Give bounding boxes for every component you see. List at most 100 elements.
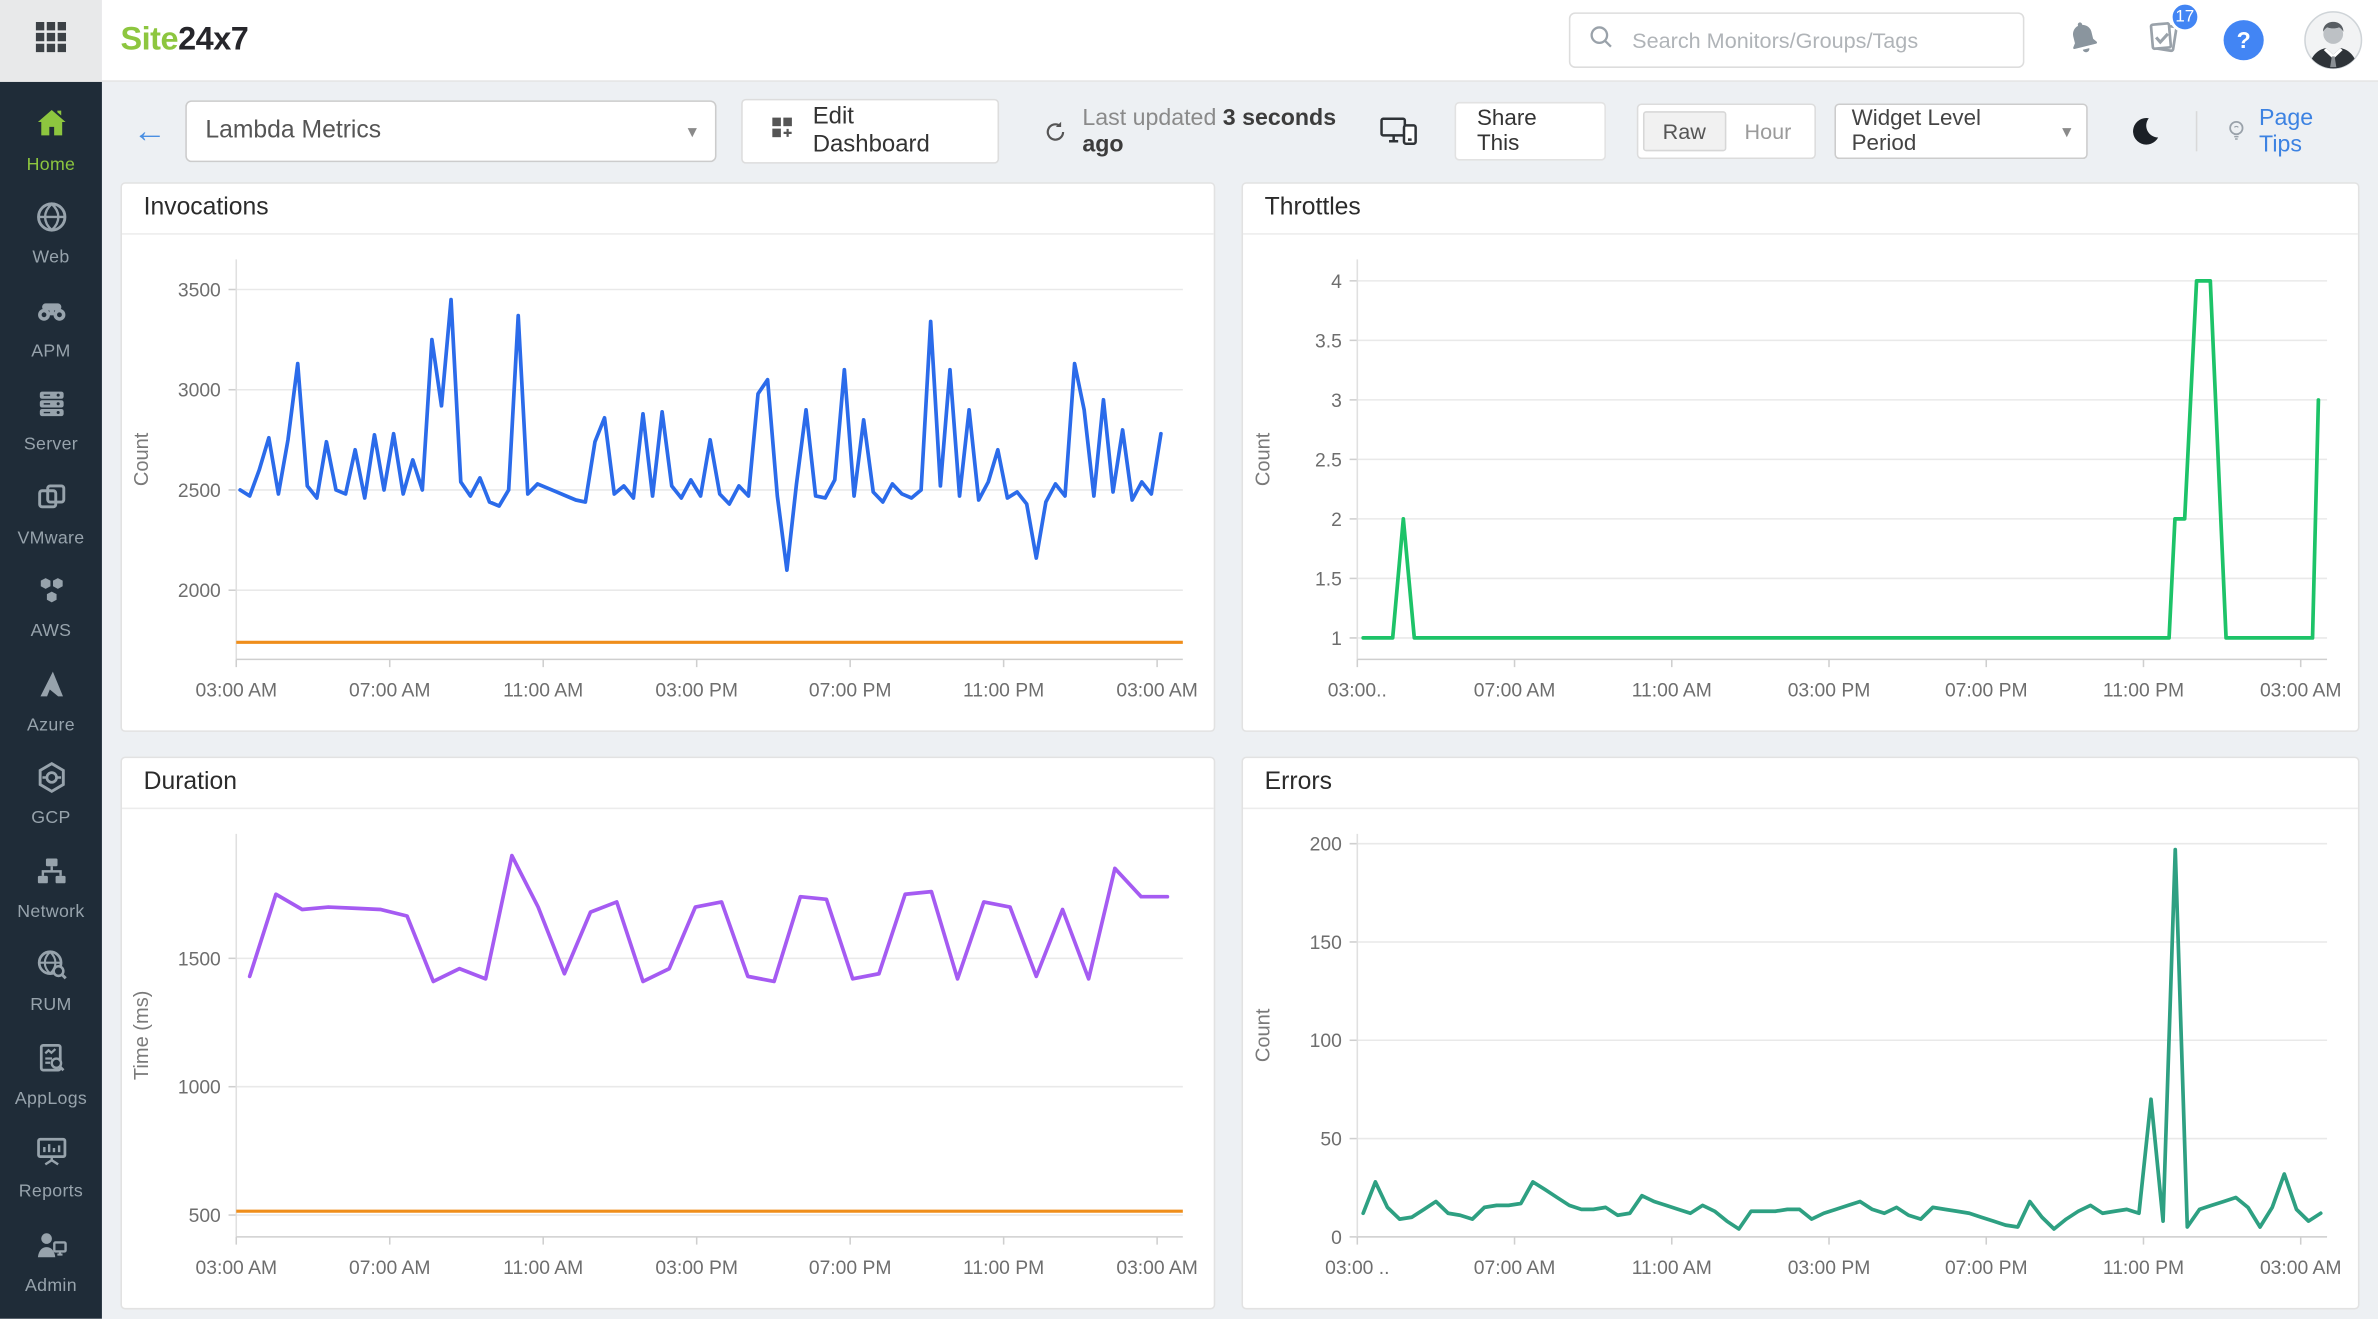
web-icon (32, 198, 71, 244)
search-input[interactable] (1629, 26, 2008, 55)
global-search[interactable] (1568, 12, 2025, 68)
edit-dashboard-label: Edit Dashboard (812, 103, 930, 158)
back-arrow-button[interactable]: ← (133, 113, 167, 148)
rum-icon (32, 945, 71, 991)
svg-text:03:00 AM: 03:00 AM (1116, 1258, 1198, 1279)
alerts-bell-button[interactable] (2063, 16, 2103, 64)
svg-text:3.5: 3.5 (1315, 331, 1342, 352)
sidebar-item-network[interactable]: Network (0, 840, 102, 933)
logo-dark-part: 24x7 (178, 21, 249, 58)
svg-text:03:00 PM: 03:00 PM (1788, 680, 1871, 701)
sidebar-item-label: Network (17, 902, 85, 922)
sidebar-item-label: VMware (17, 529, 85, 548)
svg-text:11:00 AM: 11:00 AM (1632, 680, 1712, 701)
throttles-chart[interactable]: 1 1.5 2 2.5 3 3.5 4 03:00.. 07:00 AM 11:00 AM 03:0… (1243, 235, 2358, 731)
svg-text:Count: Count (1252, 1008, 1274, 1062)
help-button[interactable]: ? (2223, 20, 2264, 61)
sidebar-item-aws[interactable]: AWS (0, 560, 102, 653)
applogs-icon (32, 1039, 71, 1085)
svg-text:03:00 AM: 03:00 AM (2260, 680, 2342, 701)
bell-icon (2063, 16, 2103, 64)
sidebar-item-label: Reports (18, 1183, 84, 1202)
widget-level-period-select[interactable]: Widget Level Period ▾ (1834, 103, 2089, 160)
app-root: Site24x7 17 ? (0, 0, 2378, 1319)
help-icon: ? (2223, 20, 2264, 61)
svg-text:1000: 1000 (178, 1078, 221, 1099)
devices-view-button[interactable] (1377, 111, 1420, 151)
sidebar-item-vmware[interactable]: VMware (0, 466, 102, 559)
svg-text:07:00 AM: 07:00 AM (349, 680, 431, 701)
svg-text:03:00 AM: 03:00 AM (195, 1258, 277, 1279)
toolbar-divider (2196, 111, 2198, 152)
azure-icon (32, 665, 71, 711)
svg-text:03:00..: 03:00.. (1328, 680, 1387, 701)
svg-text:07:00 PM: 07:00 PM (809, 680, 892, 701)
svg-text:07:00 PM: 07:00 PM (1945, 680, 2028, 701)
sidebar-item-label: AppLogs (14, 1089, 88, 1109)
edit-dashboard-button[interactable]: Edit Dashboard (741, 98, 999, 164)
svg-text:500: 500 (189, 1206, 221, 1227)
svg-text:11:00 AM: 11:00 AM (503, 1258, 583, 1279)
duration-panel: Duration 500 1000 1500 03:00 AM 07:00 AM 11:0… (120, 756, 1216, 1310)
notification-count-badge: 17 (2169, 0, 2201, 32)
svg-text:03:00 AM: 03:00 AM (2260, 1258, 2342, 1279)
svg-text:3000: 3000 (178, 381, 221, 402)
home-icon (32, 105, 71, 151)
svg-text:11:00 PM: 11:00 PM (2103, 680, 2184, 701)
svg-text:11:00 AM: 11:00 AM (503, 680, 583, 701)
duration-chart[interactable]: 500 1000 1500 03:00 AM 07:00 AM 11:00 AM 03:00… (122, 809, 1214, 1308)
sidebar-item-label: Azure (26, 716, 75, 735)
sidebar-item-home[interactable]: Home (0, 93, 102, 186)
sidebar-item-reports[interactable]: Reports (0, 1120, 102, 1213)
invocations-panel-title: Invocations (121, 184, 1214, 235)
logo-green-part: Site (120, 21, 179, 58)
sidebar-item-label: AWS (30, 622, 72, 642)
svg-text:200: 200 (1310, 835, 1342, 856)
sidebar-item-label: Home (26, 155, 76, 175)
sidebar-item-apm[interactable]: APM (0, 279, 102, 372)
svg-text:2000: 2000 (178, 581, 221, 602)
svg-text:2: 2 (1331, 510, 1342, 531)
sidebar-item-rum[interactable]: RUM (0, 933, 102, 1026)
sidebar-item-gcp[interactable]: GCP (0, 747, 102, 840)
share-this-button[interactable]: Share This (1453, 101, 1606, 161)
sidebar-item-label: GCP (31, 809, 71, 829)
tasks-button[interactable]: 17 (2142, 0, 2201, 66)
sidebar-item-applogs[interactable]: AppLogs (0, 1027, 102, 1120)
svg-text:07:00 PM: 07:00 PM (809, 1258, 892, 1279)
granularity-hour-option[interactable]: Hour (1726, 113, 1810, 150)
site24x7-logo[interactable]: Site24x7 (120, 22, 248, 59)
sidebar-item-label: Web (32, 248, 70, 268)
granularity-raw-option[interactable]: Raw (1642, 111, 1726, 152)
sidebar-item-admin[interactable]: Admin (0, 1214, 102, 1307)
aws-icon (32, 572, 71, 618)
svg-text:03:00 PM: 03:00 PM (1788, 1258, 1871, 1279)
server-icon (32, 385, 71, 431)
chevron-down-icon: ▾ (687, 120, 697, 143)
svg-text:3: 3 (1331, 391, 1342, 412)
page-tips-button[interactable]: Page Tips (2223, 105, 2360, 158)
dashboard-select[interactable]: Lambda Metrics ▾ (185, 100, 717, 163)
sidebar-item-web[interactable]: Web (0, 186, 102, 279)
apps-grid-button[interactable] (0, 0, 102, 81)
errors-chart[interactable]: 0 50 100 150 200 03:00 .. 07:00 AM 11:00 AM 03:0… (1243, 809, 2358, 1308)
duration-panel-title: Duration (121, 758, 1214, 810)
sidebar-item-label: APM (31, 342, 71, 361)
granularity-toggle: Raw Hour (1636, 103, 1817, 160)
svg-text:03:00 ..: 03:00 .. (1325, 1258, 1389, 1279)
user-avatar[interactable] (2304, 11, 2363, 70)
svg-text:1: 1 (1331, 629, 1342, 650)
sidebar-item-server[interactable]: Server (0, 373, 102, 466)
svg-text:150: 150 (1310, 933, 1342, 954)
svg-text:11:00 PM: 11:00 PM (963, 1258, 1044, 1279)
svg-text:100: 100 (1310, 1031, 1342, 1052)
errors-panel: Errors 0 50 100 150 200 03:00 .. 07:00 AM 11:00… (1241, 756, 2360, 1310)
refresh-button[interactable] (1042, 118, 1068, 144)
dark-mode-toggle[interactable] (2129, 114, 2163, 148)
chevron-down-icon: ▾ (2062, 120, 2072, 143)
invocations-chart[interactable]: 2000 2500 3000 3500 03:00 AM 07:00 AM 11:00 AM… (122, 235, 1214, 731)
svg-text:07:00 AM: 07:00 AM (349, 1258, 431, 1279)
sidebar-item-label: Admin (24, 1276, 77, 1296)
sidebar-item-azure[interactable]: Azure (0, 653, 102, 746)
errors-panel-title: Errors (1243, 758, 2358, 810)
